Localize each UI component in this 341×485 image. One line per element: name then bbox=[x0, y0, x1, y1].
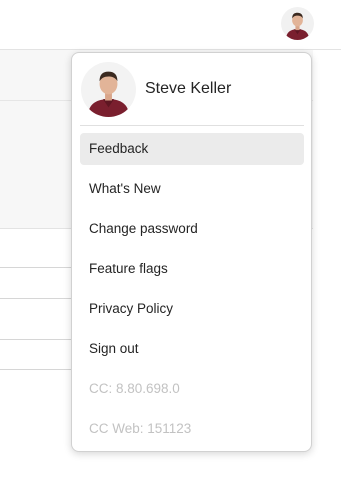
user-photo-icon bbox=[81, 62, 136, 117]
version-cc: CC: 8.80.698.0 bbox=[89, 381, 180, 396]
menu-item-feature-flags[interactable]: Feature flags bbox=[80, 253, 304, 285]
menu-item-whats-new[interactable]: What's New bbox=[80, 173, 304, 205]
background-row-divider bbox=[0, 298, 72, 299]
background-row-divider bbox=[0, 339, 72, 340]
menu-item-sign-out[interactable]: Sign out bbox=[80, 333, 304, 365]
account-menu-header: Steve Keller bbox=[72, 53, 311, 125]
user-avatar-icon bbox=[281, 7, 314, 40]
profile-avatar bbox=[81, 62, 136, 117]
menu-item-change-password[interactable]: Change password bbox=[80, 213, 304, 245]
account-menu: Steve Keller Feedback What's New Change … bbox=[71, 52, 312, 452]
background-row-divider bbox=[0, 369, 72, 370]
menu-item-privacy-policy[interactable]: Privacy Policy bbox=[80, 293, 304, 325]
user-avatar-button[interactable] bbox=[281, 7, 314, 40]
background-row-divider bbox=[0, 267, 72, 268]
background-strip bbox=[313, 50, 341, 485]
user-name: Steve Keller bbox=[145, 80, 232, 97]
top-bar bbox=[0, 0, 341, 50]
version-cc-web: CC Web: 151123 bbox=[89, 421, 192, 436]
menu-divider bbox=[80, 125, 304, 126]
menu-item-feedback[interactable]: Feedback bbox=[80, 133, 304, 165]
